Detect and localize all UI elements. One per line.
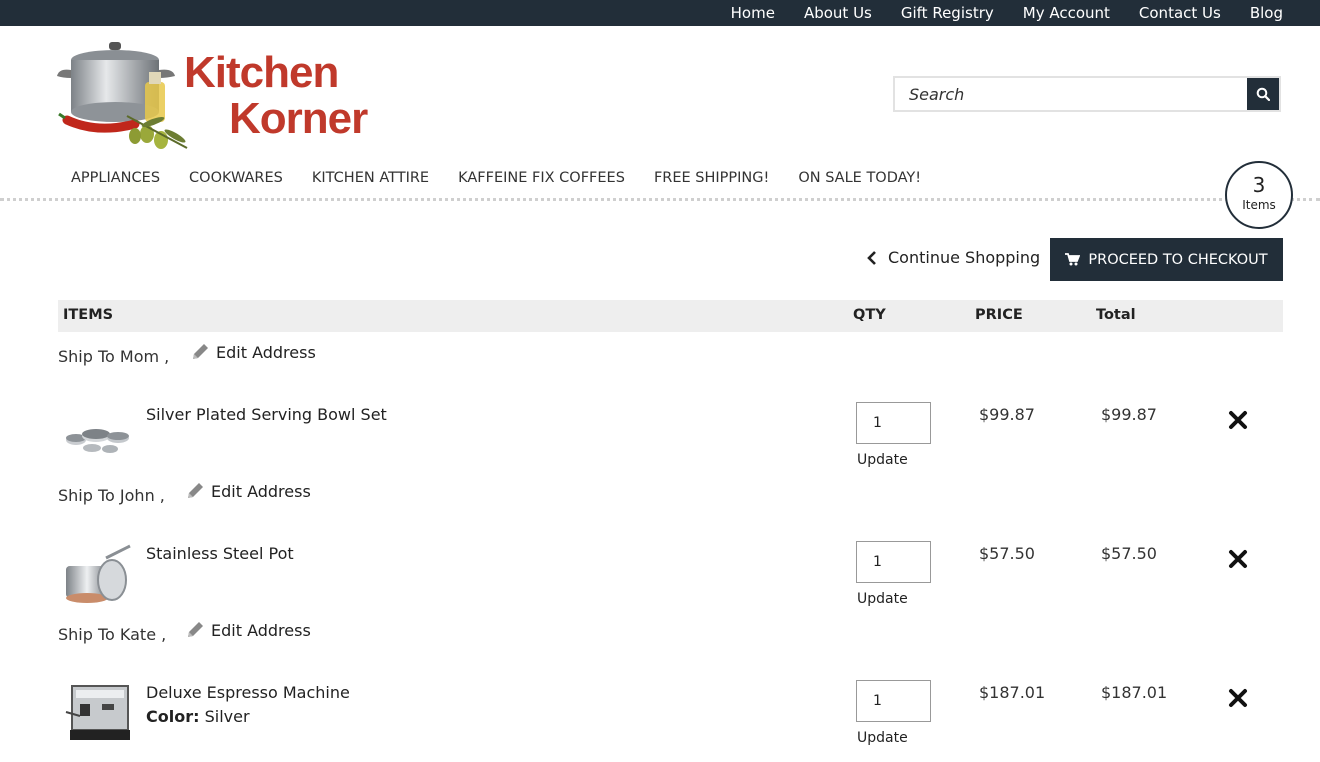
category-on-sale-today[interactable]: ON SALE TODAY!	[798, 170, 921, 186]
header-items: ITEMS	[63, 307, 114, 323]
bowl-set-thumbnail-icon	[66, 429, 129, 453]
item-total: $187.01	[1101, 683, 1168, 702]
quantity-input[interactable]	[856, 402, 931, 444]
continue-shopping-label: Continue Shopping	[888, 248, 1041, 267]
top-bar: Home About Us Gift Registry My Account C…	[0, 0, 1320, 26]
site-logo[interactable]: Kitchen Korner	[57, 38, 368, 153]
quantity-input[interactable]	[856, 541, 931, 583]
category-kaffeine-fix-coffees[interactable]: KAFFEINE FIX COFFEES	[458, 170, 625, 186]
top-nav-contact-us[interactable]: Contact Us	[1139, 4, 1221, 22]
remove-item-button[interactable]	[1228, 688, 1248, 708]
product-attribute: Color: Silver	[146, 707, 250, 726]
proceed-to-checkout-button[interactable]: PROCEED TO CHECKOUT	[1050, 238, 1283, 281]
search-box	[893, 76, 1281, 112]
cart-table-header: ITEMS QTY PRICE Total	[58, 300, 1283, 332]
header-price: PRICE	[975, 307, 1023, 323]
update-link[interactable]: Update	[857, 730, 908, 746]
cart-count-label: Items	[1242, 198, 1276, 212]
logo-text-korner: Korner	[229, 94, 368, 143]
edit-address-link[interactable]: Edit Address	[185, 481, 311, 501]
item-price: $187.01	[979, 683, 1046, 702]
product-name[interactable]: Stainless Steel Pot	[146, 544, 294, 563]
product-attribute-label: Color:	[146, 707, 200, 726]
update-link[interactable]: Update	[857, 591, 908, 607]
pot-thumbnail-icon	[66, 544, 131, 603]
header-total: Total	[1096, 307, 1136, 323]
item-total: $57.50	[1101, 544, 1157, 563]
product-thumbnail[interactable]	[62, 682, 134, 746]
edit-address-label: Edit Address	[216, 342, 316, 362]
pencil-icon	[193, 344, 208, 359]
quantity-input[interactable]	[856, 680, 931, 722]
product-name[interactable]: Deluxe Espresso Machine	[146, 683, 350, 702]
checkout-label: PROCEED TO CHECKOUT	[1088, 251, 1268, 268]
chevron-left-icon	[867, 250, 876, 265]
ship-to-label: Ship To Kate ,	[58, 625, 167, 644]
remove-item-button[interactable]	[1228, 410, 1248, 430]
remove-item-button[interactable]	[1228, 549, 1248, 569]
edit-address-label: Edit Address	[211, 620, 311, 640]
ship-to-label: Ship To Mom ,	[58, 347, 170, 366]
product-attribute-value: Silver	[204, 707, 250, 726]
close-icon	[1229, 411, 1247, 429]
dotted-divider	[0, 198, 1320, 201]
edit-address-label: Edit Address	[211, 481, 311, 501]
header-qty: QTY	[853, 307, 886, 323]
espresso-machine-thumbnail-icon	[65, 685, 130, 740]
search-icon	[1256, 87, 1270, 101]
top-nav-about-us[interactable]: About Us	[804, 4, 872, 22]
category-kitchen-attire[interactable]: KITCHEN ATTIRE	[312, 170, 429, 186]
category-nav: APPLIANCES COOKWARES KITCHEN ATTIRE KAFF…	[71, 170, 950, 186]
logo-text-kitchen: Kitchen	[184, 48, 339, 97]
product-thumbnail[interactable]	[62, 542, 134, 606]
cart-icon	[1065, 253, 1081, 266]
top-nav-gift-registry[interactable]: Gift Registry	[901, 4, 994, 22]
item-price: $99.87	[979, 405, 1035, 424]
cart-count-badge[interactable]: 3 Items	[1225, 161, 1293, 229]
pencil-icon	[188, 483, 203, 498]
top-nav-blog[interactable]: Blog	[1250, 4, 1283, 22]
item-total: $99.87	[1101, 405, 1157, 424]
search-button[interactable]	[1247, 78, 1279, 110]
pot-logo-icon	[57, 42, 188, 149]
close-icon	[1229, 689, 1247, 707]
top-nav: Home About Us Gift Registry My Account C…	[731, 0, 1283, 26]
top-nav-my-account[interactable]: My Account	[1023, 4, 1110, 22]
item-price: $57.50	[979, 544, 1035, 563]
continue-shopping-link[interactable]: Continue Shopping	[866, 248, 1040, 267]
search-input[interactable]	[895, 78, 1257, 110]
edit-address-link[interactable]: Edit Address	[185, 620, 311, 640]
ship-to-label: Ship To John ,	[58, 486, 165, 505]
pencil-icon	[188, 622, 203, 637]
category-appliances[interactable]: APPLIANCES	[71, 170, 160, 186]
edit-address-link[interactable]: Edit Address	[190, 342, 316, 362]
product-name[interactable]: Silver Plated Serving Bowl Set	[146, 405, 387, 424]
close-icon	[1229, 550, 1247, 568]
category-cookwares[interactable]: COOKWARES	[189, 170, 283, 186]
top-nav-home[interactable]: Home	[731, 4, 775, 22]
category-free-shipping[interactable]: FREE SHIPPING!	[654, 170, 769, 186]
cart-count: 3	[1252, 173, 1266, 197]
product-thumbnail[interactable]	[62, 402, 134, 466]
update-link[interactable]: Update	[857, 452, 908, 468]
